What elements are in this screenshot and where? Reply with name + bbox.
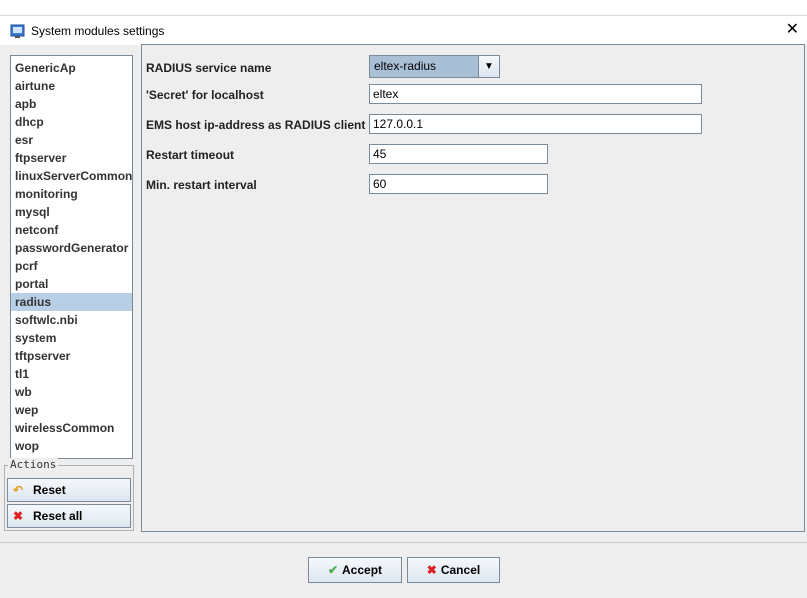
module-list-item[interactable]: portal: [11, 275, 132, 293]
cancel-button-label: Cancel: [440, 563, 481, 577]
settings-panel: RADIUS service name eltex-radius ▼ 'Secr…: [141, 44, 805, 532]
module-list-item[interactable]: passwordGenerator: [11, 239, 132, 257]
restart-timeout-field[interactable]: 45: [369, 144, 548, 164]
actions-group: Actions ↶ Reset ✖ Reset all: [4, 458, 134, 531]
module-list[interactable]: GenericAp airtune apb dhcp esr ftpserver linux…: [10, 55, 133, 459]
module-list-item[interactable]: softwlc.nbi: [11, 311, 132, 329]
reset-all-button-label: Reset all: [33, 509, 83, 523]
secret-label: 'Secret' for localhost: [146, 88, 264, 102]
reset-button[interactable]: ↶ Reset: [7, 478, 131, 502]
module-list-item[interactable]: tl1: [11, 365, 132, 383]
app-window-icon: [10, 24, 25, 38]
dialog-body: GenericAp airtune apb dhcp esr ftpserver linux…: [0, 44, 807, 598]
module-list-item[interactable]: linuxServerCommon: [11, 167, 132, 185]
module-list-item[interactable]: GenericAp: [11, 59, 132, 77]
module-list-item[interactable]: esr: [11, 131, 132, 149]
title-bar: System modules settings ✕: [0, 15, 807, 46]
cancel-button[interactable]: ✖ Cancel: [407, 557, 500, 583]
red-x-icon: ✖: [13, 509, 24, 523]
service-name-row: RADIUS service name eltex-radius ▼: [146, 55, 796, 79]
module-list-item[interactable]: pcrf: [11, 257, 132, 275]
chevron-down-icon[interactable]: ▼: [478, 56, 499, 77]
module-list-item[interactable]: wb: [11, 383, 132, 401]
service-name-combobox[interactable]: eltex-radius ▼: [369, 55, 500, 78]
ems-label: EMS host ip-address as RADIUS client: [146, 118, 366, 132]
restart-timeout-row: Restart timeout 45: [146, 144, 796, 166]
module-list-item[interactable]: wop: [11, 437, 132, 455]
red-x-icon: ✖: [426, 563, 437, 577]
module-list-item[interactable]: wirelessCommon: [11, 419, 132, 437]
module-list-item[interactable]: radius: [11, 293, 132, 311]
service-name-label: RADIUS service name: [146, 61, 272, 75]
module-list-item[interactable]: ftpserver: [11, 149, 132, 167]
ems-row: EMS host ip-address as RADIUS client 127…: [146, 114, 796, 136]
accept-button-label: Accept: [342, 563, 383, 577]
button-bar: ✔ Accept ✖ Cancel: [0, 542, 807, 598]
min-restart-label: Min. restart interval: [146, 178, 257, 192]
module-list-item[interactable]: monitoring: [11, 185, 132, 203]
module-list-item[interactable]: system: [11, 329, 132, 347]
window-title: System modules settings: [31, 24, 165, 38]
min-restart-row: Min. restart interval 60: [146, 174, 796, 196]
module-list-item[interactable]: dhcp: [11, 113, 132, 131]
service-name-value: eltex-radius: [374, 59, 437, 73]
accept-button[interactable]: ✔ Accept: [308, 557, 402, 583]
undo-icon: ↶: [13, 483, 24, 497]
min-restart-field[interactable]: 60: [369, 174, 548, 194]
reset-all-button[interactable]: ✖ Reset all: [7, 504, 131, 528]
module-list-item[interactable]: netconf: [11, 221, 132, 239]
restart-timeout-label: Restart timeout: [146, 148, 235, 162]
secret-field[interactable]: eltex: [369, 84, 702, 104]
reset-button-label: Reset: [33, 483, 66, 497]
ems-field[interactable]: 127.0.0.1: [369, 114, 702, 134]
module-list-item[interactable]: apb: [11, 95, 132, 113]
module-list-item[interactable]: mysql: [11, 203, 132, 221]
module-list-item[interactable]: wep: [11, 401, 132, 419]
close-icon[interactable]: ✕: [786, 20, 799, 40]
module-list-item[interactable]: airtune: [11, 77, 132, 95]
check-icon: ✔: [327, 563, 339, 577]
module-list-item[interactable]: tftpserver: [11, 347, 132, 365]
actions-legend: Actions: [8, 458, 59, 471]
secret-row: 'Secret' for localhost eltex: [146, 84, 796, 106]
